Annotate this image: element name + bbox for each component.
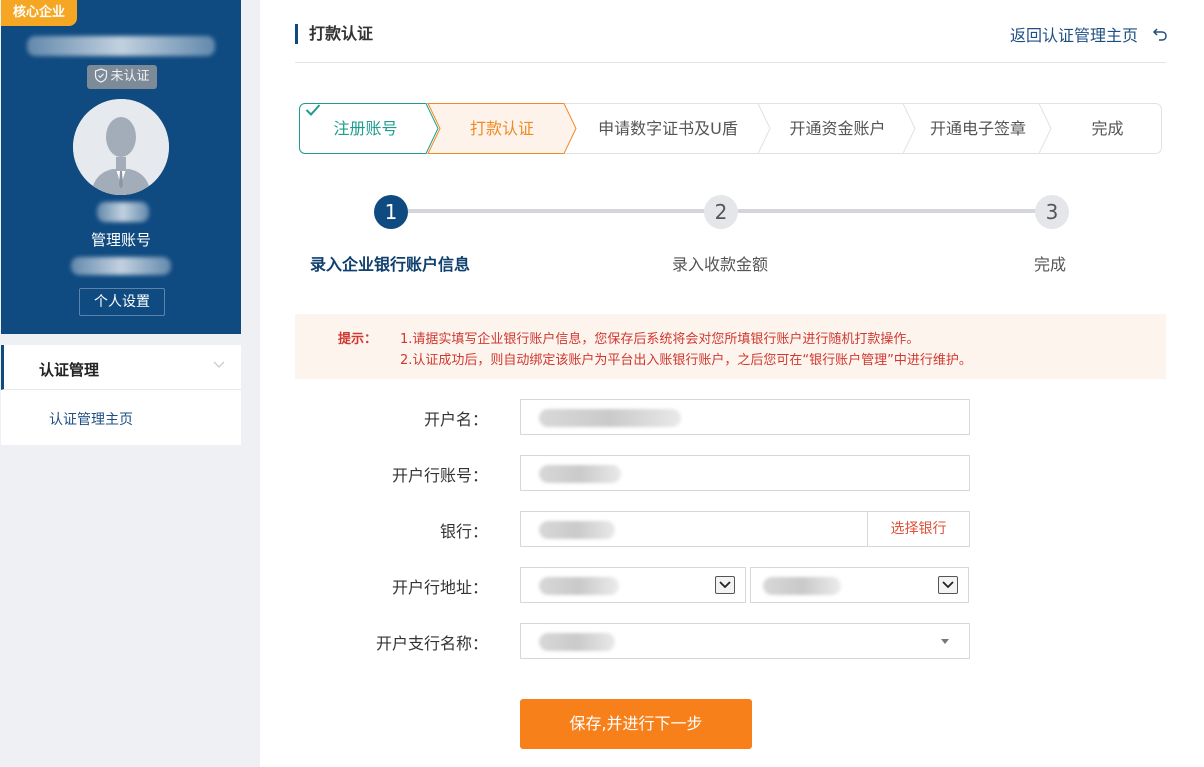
profile-card: 核心企业 未认证 管理账号 个人设置 (1, 0, 241, 334)
page-title: 打款认证 (295, 24, 373, 44)
select-bank-button[interactable]: 选择银行 (867, 512, 969, 546)
role-label: 管理账号 (90, 231, 151, 249)
chevron-down-icon (213, 361, 225, 368)
progress-step-3: 3 (1035, 195, 1069, 229)
user-silhouette-icon (73, 99, 169, 195)
progress-label-1: 录入企业银行账户信息 (310, 255, 471, 274)
personal-settings-button[interactable]: 个人设置 (79, 288, 165, 316)
bank-input[interactable]: 选择银行 (520, 511, 970, 547)
checkmark-icon (305, 104, 321, 116)
company-name-redacted (27, 36, 215, 56)
step-complete[interactable]: 完成 (1053, 103, 1162, 154)
progress-line-1 (408, 209, 722, 213)
back-link-label: 返回认证管理主页 (1009, 26, 1138, 45)
branch-name-select[interactable] (520, 623, 970, 659)
save-and-next-button[interactable]: 保存,并进行下一步 (520, 699, 752, 749)
province-select[interactable] (520, 567, 746, 603)
step-digital-cert[interactable]: 申请数字证书及U盾 (578, 103, 758, 154)
step-bar: 注册账号 打款认证 申请数字证书及U盾 开通资金账户 开通电子签章 完成 (299, 103, 1162, 154)
notice-line-1: 1.请据实填写企业银行账户信息，您保存后系统将会对您所填银行账户进行随机打款操作… (400, 332, 920, 347)
avatar (73, 99, 169, 195)
return-icon (1152, 28, 1167, 41)
notice-box: 提示： 1.请据实填写企业银行账户信息，您保存后系统将会对您所填银行账户进行随机… (295, 314, 1166, 379)
sidebar: 核心企业 未认证 管理账号 个人设置 认证管理 认证管理主页 (0, 0, 260, 767)
step-fund-account[interactable]: 开通资金账户 (772, 103, 903, 154)
province-value-redacted (539, 577, 619, 595)
bank-value-redacted (539, 521, 615, 539)
notice-line-2: 2.认证成功后，则自动绑定该账户为平台出入账银行账户，之后您可在“银行账户管理”… (400, 353, 972, 368)
username-redacted (97, 202, 149, 222)
back-to-cert-home-link[interactable]: 返回认证管理主页 (1010, 22, 1168, 46)
account-number-input[interactable] (520, 455, 970, 491)
progress-step-1: 1 (374, 195, 408, 229)
sidebar-menu: 认证管理 认证管理主页 (1, 345, 241, 445)
menu-group-label: 认证管理 (39, 361, 100, 379)
account-number-label: 开户行账号： (391, 466, 488, 485)
city-select[interactable] (750, 567, 969, 603)
cert-status-text: 未认证 (110, 69, 150, 84)
city-value-redacted (763, 577, 841, 595)
step-payment-verify[interactable]: 打款认证 (440, 103, 564, 154)
chevron-down-icon (942, 581, 954, 589)
progress-step-2: 2 (704, 195, 738, 229)
step-e-signature[interactable]: 开通电子签章 (917, 103, 1039, 154)
account-name-input[interactable] (520, 399, 970, 435)
city-dropdown-button[interactable] (938, 576, 958, 594)
main-content: 打款认证 返回认证管理主页 注册账号 打款认证 申请数字证书及U盾 开通资金账户… (260, 0, 1204, 767)
account-number-value-redacted (539, 465, 621, 483)
notice-tip-label: 提示： (338, 332, 378, 347)
progress-label-2: 录入收款金额 (672, 255, 769, 274)
province-dropdown-button[interactable] (715, 576, 735, 594)
branch-name-label: 开户支行名称： (375, 634, 488, 653)
bank-address-label: 开户行地址： (391, 578, 488, 597)
account-name-label: 开户名： (423, 410, 488, 429)
step-register-account[interactable]: 注册账号 (305, 103, 426, 154)
bank-label: 银行： (439, 522, 488, 541)
branch-value-redacted (539, 633, 615, 651)
title-divider (295, 62, 1166, 63)
sidebar-item-cert-home[interactable]: 认证管理主页 (49, 409, 133, 429)
chevron-down-icon (719, 581, 731, 589)
account-id-redacted (71, 257, 171, 275)
step-label-text: 注册账号 (333, 119, 398, 138)
progress-label-3: 完成 (1034, 255, 1067, 274)
core-enterprise-badge: 核心企业 (1, 0, 77, 26)
shield-icon (95, 68, 108, 83)
menu-group-certification[interactable]: 认证管理 (1, 345, 241, 390)
progress-line-2 (738, 209, 1052, 213)
caret-down-icon (941, 639, 949, 644)
certification-status-badge: 未认证 (87, 65, 157, 89)
account-name-value-redacted (539, 409, 681, 427)
